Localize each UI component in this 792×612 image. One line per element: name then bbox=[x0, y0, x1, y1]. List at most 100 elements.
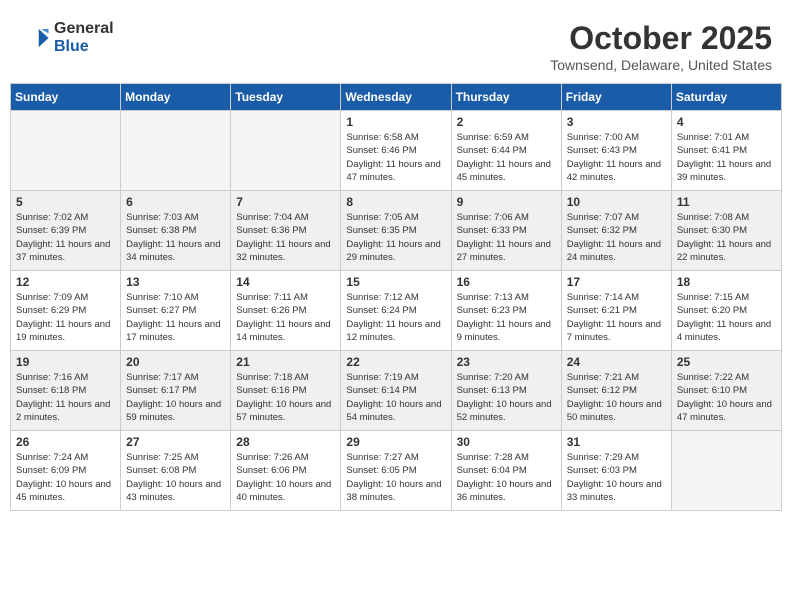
weekday-header-tuesday: Tuesday bbox=[231, 84, 341, 111]
calendar-week-row: 12 Sunrise: 7:09 AM Sunset: 6:29 PM Dayl… bbox=[11, 271, 782, 351]
day-info: Sunrise: 7:22 AM Sunset: 6:10 PM Dayligh… bbox=[677, 371, 776, 424]
day-number: 26 bbox=[16, 435, 115, 449]
day-number: 23 bbox=[457, 355, 556, 369]
day-info: Sunrise: 7:12 AM Sunset: 6:24 PM Dayligh… bbox=[346, 291, 445, 344]
day-number: 8 bbox=[346, 195, 445, 209]
calendar-cell: 24 Sunrise: 7:21 AM Sunset: 6:12 PM Dayl… bbox=[561, 351, 671, 431]
calendar-cell: 23 Sunrise: 7:20 AM Sunset: 6:13 PM Dayl… bbox=[451, 351, 561, 431]
month-title: October 2025 bbox=[550, 20, 772, 57]
calendar-cell: 22 Sunrise: 7:19 AM Sunset: 6:14 PM Dayl… bbox=[341, 351, 451, 431]
calendar-cell: 27 Sunrise: 7:25 AM Sunset: 6:08 PM Dayl… bbox=[121, 431, 231, 511]
logo-general-text: General bbox=[54, 20, 114, 37]
location-title: Townsend, Delaware, United States bbox=[550, 57, 772, 73]
day-info: Sunrise: 7:27 AM Sunset: 6:05 PM Dayligh… bbox=[346, 451, 445, 504]
calendar-cell: 5 Sunrise: 7:02 AM Sunset: 6:39 PM Dayli… bbox=[11, 191, 121, 271]
day-number: 7 bbox=[236, 195, 335, 209]
calendar-cell bbox=[231, 111, 341, 191]
day-number: 27 bbox=[126, 435, 225, 449]
day-info: Sunrise: 7:13 AM Sunset: 6:23 PM Dayligh… bbox=[457, 291, 556, 344]
calendar-cell: 6 Sunrise: 7:03 AM Sunset: 6:38 PM Dayli… bbox=[121, 191, 231, 271]
calendar-cell: 15 Sunrise: 7:12 AM Sunset: 6:24 PM Dayl… bbox=[341, 271, 451, 351]
day-number: 24 bbox=[567, 355, 666, 369]
day-info: Sunrise: 7:04 AM Sunset: 6:36 PM Dayligh… bbox=[236, 211, 335, 264]
day-info: Sunrise: 7:26 AM Sunset: 6:06 PM Dayligh… bbox=[236, 451, 335, 504]
weekday-header-monday: Monday bbox=[121, 84, 231, 111]
calendar-cell: 19 Sunrise: 7:16 AM Sunset: 6:18 PM Dayl… bbox=[11, 351, 121, 431]
day-info: Sunrise: 7:19 AM Sunset: 6:14 PM Dayligh… bbox=[346, 371, 445, 424]
day-info: Sunrise: 7:25 AM Sunset: 6:08 PM Dayligh… bbox=[126, 451, 225, 504]
calendar-cell: 29 Sunrise: 7:27 AM Sunset: 6:05 PM Dayl… bbox=[341, 431, 451, 511]
day-number: 9 bbox=[457, 195, 556, 209]
day-info: Sunrise: 7:14 AM Sunset: 6:21 PM Dayligh… bbox=[567, 291, 666, 344]
weekday-header-friday: Friday bbox=[561, 84, 671, 111]
day-info: Sunrise: 7:03 AM Sunset: 6:38 PM Dayligh… bbox=[126, 211, 225, 264]
day-info: Sunrise: 7:24 AM Sunset: 6:09 PM Dayligh… bbox=[16, 451, 115, 504]
day-number: 20 bbox=[126, 355, 225, 369]
day-number: 22 bbox=[346, 355, 445, 369]
day-number: 29 bbox=[346, 435, 445, 449]
day-info: Sunrise: 7:00 AM Sunset: 6:43 PM Dayligh… bbox=[567, 131, 666, 184]
calendar-table: SundayMondayTuesdayWednesdayThursdayFrid… bbox=[10, 83, 782, 511]
calendar-cell: 16 Sunrise: 7:13 AM Sunset: 6:23 PM Dayl… bbox=[451, 271, 561, 351]
calendar-cell: 28 Sunrise: 7:26 AM Sunset: 6:06 PM Dayl… bbox=[231, 431, 341, 511]
weekday-header-thursday: Thursday bbox=[451, 84, 561, 111]
day-number: 6 bbox=[126, 195, 225, 209]
calendar-cell: 14 Sunrise: 7:11 AM Sunset: 6:26 PM Dayl… bbox=[231, 271, 341, 351]
calendar-cell: 2 Sunrise: 6:59 AM Sunset: 6:44 PM Dayli… bbox=[451, 111, 561, 191]
weekday-header-sunday: Sunday bbox=[11, 84, 121, 111]
calendar-cell: 31 Sunrise: 7:29 AM Sunset: 6:03 PM Dayl… bbox=[561, 431, 671, 511]
day-info: Sunrise: 6:58 AM Sunset: 6:46 PM Dayligh… bbox=[346, 131, 445, 184]
weekday-header-saturday: Saturday bbox=[671, 84, 781, 111]
day-info: Sunrise: 7:05 AM Sunset: 6:35 PM Dayligh… bbox=[346, 211, 445, 264]
day-number: 19 bbox=[16, 355, 115, 369]
day-info: Sunrise: 7:06 AM Sunset: 6:33 PM Dayligh… bbox=[457, 211, 556, 264]
calendar-cell: 30 Sunrise: 7:28 AM Sunset: 6:04 PM Dayl… bbox=[451, 431, 561, 511]
day-number: 1 bbox=[346, 115, 445, 129]
day-info: Sunrise: 7:18 AM Sunset: 6:16 PM Dayligh… bbox=[236, 371, 335, 424]
day-info: Sunrise: 7:08 AM Sunset: 6:30 PM Dayligh… bbox=[677, 211, 776, 264]
day-info: Sunrise: 7:20 AM Sunset: 6:13 PM Dayligh… bbox=[457, 371, 556, 424]
day-info: Sunrise: 7:07 AM Sunset: 6:32 PM Dayligh… bbox=[567, 211, 666, 264]
day-number: 28 bbox=[236, 435, 335, 449]
logo-blue-text: Blue bbox=[54, 38, 89, 55]
calendar-week-row: 19 Sunrise: 7:16 AM Sunset: 6:18 PM Dayl… bbox=[11, 351, 782, 431]
day-info: Sunrise: 7:02 AM Sunset: 6:39 PM Dayligh… bbox=[16, 211, 115, 264]
logo-icon bbox=[20, 23, 50, 53]
day-info: Sunrise: 7:17 AM Sunset: 6:17 PM Dayligh… bbox=[126, 371, 225, 424]
calendar-cell: 11 Sunrise: 7:08 AM Sunset: 6:30 PM Dayl… bbox=[671, 191, 781, 271]
calendar-week-row: 1 Sunrise: 6:58 AM Sunset: 6:46 PM Dayli… bbox=[11, 111, 782, 191]
calendar-cell: 21 Sunrise: 7:18 AM Sunset: 6:16 PM Dayl… bbox=[231, 351, 341, 431]
calendar-cell bbox=[121, 111, 231, 191]
calendar-cell: 25 Sunrise: 7:22 AM Sunset: 6:10 PM Dayl… bbox=[671, 351, 781, 431]
calendar-cell: 12 Sunrise: 7:09 AM Sunset: 6:29 PM Dayl… bbox=[11, 271, 121, 351]
day-number: 18 bbox=[677, 275, 776, 289]
day-number: 13 bbox=[126, 275, 225, 289]
calendar-cell: 26 Sunrise: 7:24 AM Sunset: 6:09 PM Dayl… bbox=[11, 431, 121, 511]
day-number: 21 bbox=[236, 355, 335, 369]
day-info: Sunrise: 7:15 AM Sunset: 6:20 PM Dayligh… bbox=[677, 291, 776, 344]
title-block: October 2025 Townsend, Delaware, United … bbox=[550, 20, 772, 73]
day-number: 25 bbox=[677, 355, 776, 369]
calendar-cell: 20 Sunrise: 7:17 AM Sunset: 6:17 PM Dayl… bbox=[121, 351, 231, 431]
calendar-cell: 9 Sunrise: 7:06 AM Sunset: 6:33 PM Dayli… bbox=[451, 191, 561, 271]
day-number: 30 bbox=[457, 435, 556, 449]
day-number: 12 bbox=[16, 275, 115, 289]
calendar-cell bbox=[671, 431, 781, 511]
day-info: Sunrise: 7:11 AM Sunset: 6:26 PM Dayligh… bbox=[236, 291, 335, 344]
calendar-cell: 10 Sunrise: 7:07 AM Sunset: 6:32 PM Dayl… bbox=[561, 191, 671, 271]
day-number: 2 bbox=[457, 115, 556, 129]
weekday-header-row: SundayMondayTuesdayWednesdayThursdayFrid… bbox=[11, 84, 782, 111]
day-info: Sunrise: 7:10 AM Sunset: 6:27 PM Dayligh… bbox=[126, 291, 225, 344]
day-number: 15 bbox=[346, 275, 445, 289]
day-info: Sunrise: 7:01 AM Sunset: 6:41 PM Dayligh… bbox=[677, 131, 776, 184]
weekday-header-wednesday: Wednesday bbox=[341, 84, 451, 111]
logo: General Blue bbox=[20, 20, 114, 56]
day-info: Sunrise: 7:09 AM Sunset: 6:29 PM Dayligh… bbox=[16, 291, 115, 344]
day-number: 14 bbox=[236, 275, 335, 289]
day-info: Sunrise: 7:16 AM Sunset: 6:18 PM Dayligh… bbox=[16, 371, 115, 424]
day-number: 3 bbox=[567, 115, 666, 129]
day-number: 17 bbox=[567, 275, 666, 289]
day-info: Sunrise: 6:59 AM Sunset: 6:44 PM Dayligh… bbox=[457, 131, 556, 184]
day-number: 10 bbox=[567, 195, 666, 209]
calendar-cell: 18 Sunrise: 7:15 AM Sunset: 6:20 PM Dayl… bbox=[671, 271, 781, 351]
